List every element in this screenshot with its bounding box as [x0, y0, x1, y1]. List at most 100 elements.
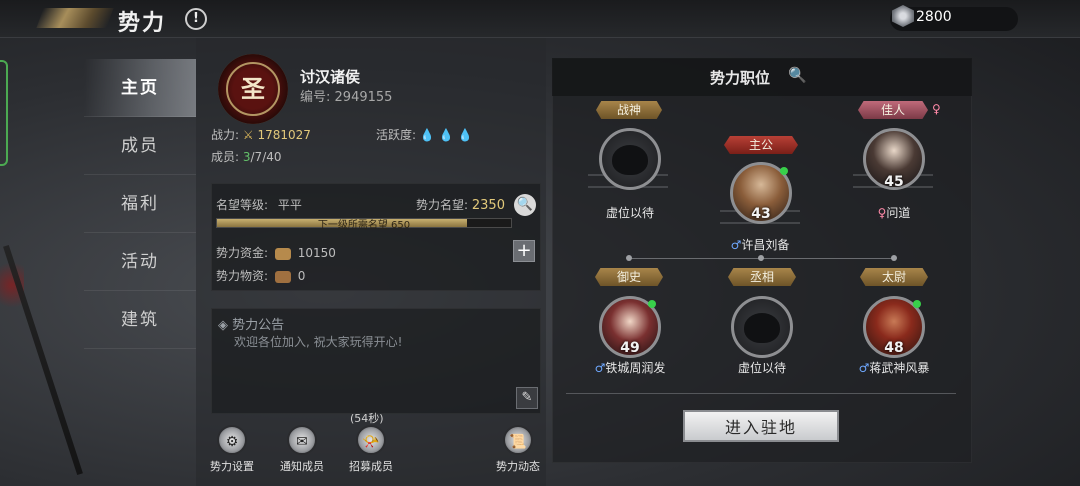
female-icon: ♀ [932, 102, 941, 116]
supplies-value: 0 [297, 269, 306, 283]
help-icon[interactable]: ! [185, 8, 207, 30]
coin-icon [274, 247, 291, 260]
nav-item-home[interactable]: 主页 [84, 59, 196, 117]
back-brush-icon[interactable] [36, 8, 114, 28]
funds-row: 势力资金: 10150 [216, 244, 336, 261]
rep-level-value: 平平 [277, 198, 302, 212]
scroll-icon: 📜 [503, 425, 533, 455]
role-badge-lord: 主公 [724, 136, 798, 154]
page-title: 势力 [118, 11, 167, 36]
role-badge-chancellor: 丞相 [728, 268, 796, 286]
seat-censor-level: 49 [620, 340, 640, 356]
flame-icon: 💧 [457, 128, 473, 142]
role-badge-beauty: 佳人 [858, 101, 928, 119]
guild-id: 编号: 2949155 [300, 86, 392, 105]
flame-icon: 💧 [419, 128, 435, 142]
guild-news-label: 势力动态 [496, 460, 540, 473]
add-funds-button[interactable]: + [513, 240, 535, 262]
horn-icon: 📯 [356, 425, 386, 455]
power-value: 1781027 [257, 128, 311, 142]
search-icon[interactable]: 🔍 [788, 66, 807, 84]
role-badge-commander: 太尉 [860, 268, 928, 286]
seat-beauty-name-row: ♀问道 [834, 204, 954, 221]
activity-label: 活跃度: [376, 128, 417, 142]
rep-value-label: 势力名望: [416, 198, 469, 212]
members-rest: /7/40 [250, 150, 282, 164]
crossed-swords-icon: ⚔ [242, 128, 254, 142]
seat-censor-name: 铁城周润发 [605, 361, 666, 375]
supplies-row: 势力物资: 0 [216, 267, 305, 284]
seat-commander-name: 蒋武神风暴 [869, 361, 930, 375]
seat-chancellor-name: 虚位以待 [737, 361, 786, 375]
recruit-members-button[interactable]: 📯 招募成员 [341, 425, 401, 474]
seat-commander-level: 48 [884, 340, 904, 356]
seat-beauty-level: 45 [884, 174, 904, 190]
seat-commander-name-row: ♂蒋武神风暴 [834, 359, 954, 376]
members-current: 3 [242, 150, 251, 164]
seat-war-god-name: 虚位以待 [605, 206, 654, 220]
members-label: 成员: [211, 150, 240, 164]
recruit-timer: (54秒) [350, 412, 384, 425]
seat-war-god-portrait[interactable] [599, 128, 661, 190]
decor-spear [3, 244, 83, 476]
activity-row: 活跃度: 💧 💧 💧 [376, 126, 472, 143]
nav-item-welfare[interactable]: 福利 [84, 175, 196, 233]
empty-mask-icon [612, 145, 648, 175]
nav-item-events[interactable]: 活动 [84, 233, 196, 291]
role-badge-war-god: 战神 [596, 101, 662, 119]
nav-item-members[interactable]: 成员 [84, 117, 196, 175]
gear-icon: ⚙ [217, 425, 247, 455]
members-row: 成员: 3/7/40 [211, 148, 282, 165]
funds-label: 势力资金: [216, 246, 269, 260]
male-icon: ♂ [858, 361, 870, 375]
seat-beauty-name: 问道 [886, 206, 911, 220]
role-badge-censor: 御史 [595, 268, 663, 286]
nav-edge-indicator [0, 60, 8, 166]
seat-chancellor-portrait[interactable] [731, 296, 793, 358]
online-indicator [780, 167, 788, 175]
search-icon[interactable]: 🔍 [514, 194, 536, 216]
emblem-character: 圣 [241, 75, 265, 103]
seat-lord-name: 许昌刘备 [741, 238, 790, 252]
male-icon: ♂ [730, 238, 742, 252]
currency-value: 2800 [916, 9, 952, 25]
notify-members-label: 通知成员 [280, 460, 324, 473]
online-indicator [913, 300, 921, 308]
rep-value: 2350 [471, 198, 505, 213]
notice-title: ◈ 势力公告 [218, 318, 285, 333]
rep-level-row: 名望等级: 平平 [216, 196, 302, 213]
guild-settings-button[interactable]: ⚙ 势力设置 [202, 425, 262, 474]
guild-id-label: 编号: [300, 90, 331, 105]
rep-level-label: 名望等级: [216, 198, 269, 212]
guild-settings-label: 势力设置 [210, 460, 254, 473]
positions-title: 势力职位 [710, 69, 771, 87]
reputation-progress-text: 下一级所需名望 650 [317, 220, 411, 231]
notice-body: 欢迎各位加入, 祝大家玩得开心! [234, 335, 403, 349]
nav-item-buildings[interactable]: 建筑 [84, 291, 196, 349]
connector-dot [758, 255, 764, 261]
panel-divider [566, 393, 956, 394]
supplies-label: 势力物资: [216, 269, 269, 283]
online-indicator [648, 300, 656, 308]
power-row: 战力: ⚔ 1781027 [211, 126, 311, 143]
guild-id-value: 2949155 [334, 90, 393, 105]
empty-mask-icon [744, 313, 780, 343]
funds-value: 10150 [297, 246, 336, 260]
recruit-members-label: 招募成员 [349, 460, 393, 473]
edit-notice-button[interactable]: ✎ [516, 387, 538, 409]
seat-censor-name-row: ♂铁城周润发 [570, 359, 690, 376]
notify-members-button[interactable]: ✉ 通知成员 [272, 425, 332, 474]
seat-lord-level: 43 [751, 206, 771, 222]
enter-base-button[interactable]: 进入驻地 [683, 410, 839, 442]
guild-news-button[interactable]: 📜 势力动态 [488, 425, 548, 474]
rep-value-row: 势力名望: 2350 [416, 196, 505, 213]
flame-icon: 💧 [438, 128, 454, 142]
seat-lord-name-row: ♂许昌刘备 [700, 236, 820, 253]
connector-dot [626, 255, 632, 261]
guild-name: 讨汉诸侯 [300, 68, 361, 86]
male-icon: ♂ [594, 361, 606, 375]
supplies-icon [274, 270, 291, 283]
power-label: 战力: [211, 128, 240, 142]
connector-dot [891, 255, 897, 261]
mail-icon: ✉ [287, 425, 317, 455]
